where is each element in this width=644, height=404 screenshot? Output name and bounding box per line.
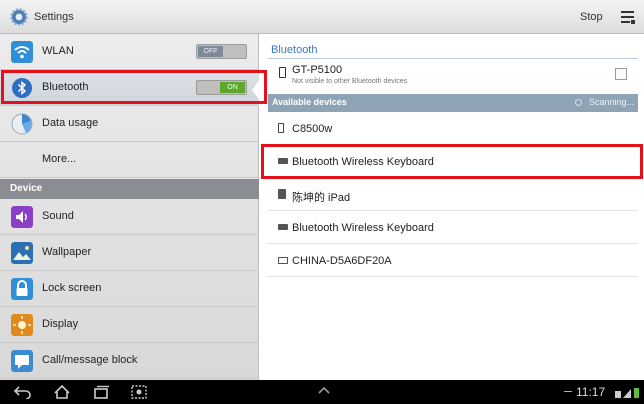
scanning-status: Scanning... [588, 97, 634, 107]
visibility-status: Not visible to other Bluetooth devices [292, 78, 408, 85]
app-title: Settings [34, 11, 74, 23]
device-row-keyboard-2[interactable]: Bluetooth Wireless Keyboard [268, 211, 638, 244]
sidebar-item-wallpaper[interactable]: Wallpaper [0, 235, 259, 271]
wifi-icon [11, 41, 33, 63]
lock-icon [11, 278, 33, 300]
display-icon [11, 314, 33, 336]
section-header-label: Device [10, 183, 43, 194]
scanning-spinner-icon [575, 99, 582, 106]
device-name: Bluetooth Wireless Keyboard [292, 222, 434, 234]
sidebar-item-wlan[interactable]: WLAN OFF [0, 34, 259, 70]
panel-title: Bluetooth [271, 44, 318, 56]
divider [268, 58, 638, 59]
device-row-china-pc[interactable]: CHINA-D5A6DF20A [268, 244, 638, 277]
home-icon[interactable] [53, 385, 71, 399]
highlight-box-keyboard [261, 144, 643, 179]
data-usage-icon [11, 113, 33, 135]
sidebar-item-display[interactable]: Display [0, 307, 259, 343]
sidebar-item-label: Sound [42, 210, 74, 222]
system-nav-bar: 11:17 [0, 380, 644, 404]
wlan-toggle[interactable]: OFF [196, 44, 247, 59]
phone-icon [279, 67, 286, 78]
device-name: 陈坤的 iPad [292, 192, 351, 204]
available-devices-label: Available devices [272, 97, 347, 107]
screenshot-icon[interactable] [130, 385, 148, 399]
sidebar-item-more[interactable]: More... [0, 142, 259, 178]
stop-button[interactable]: Stop [580, 11, 603, 23]
settings-gear-icon [10, 8, 28, 26]
computer-icon [278, 257, 288, 264]
back-icon[interactable] [14, 385, 32, 399]
action-bar: Settings Stop [0, 0, 644, 34]
sidebar-item-label: Display [42, 318, 79, 330]
phone-icon [278, 123, 284, 133]
sidebar-item-label: Data usage [42, 117, 99, 129]
chevron-up-icon[interactable] [316, 385, 332, 397]
recent-apps-icon[interactable] [92, 385, 110, 399]
device-row-ipad[interactable]: 陈坤的 iPad [268, 178, 638, 211]
device-name: C8500w [292, 123, 333, 135]
highlight-box-bluetooth [1, 70, 267, 104]
keyboard-icon [278, 224, 288, 230]
sound-icon [11, 206, 33, 228]
sidebar-item-label: More... [42, 153, 77, 165]
sidebar-item-label: Wallpaper [42, 246, 92, 258]
this-device-name: GT-P5100 [292, 64, 343, 76]
call-block-icon [11, 350, 33, 372]
device-row-c8500w[interactable]: C8500w [268, 112, 638, 145]
clock: 11:17 [576, 385, 606, 399]
sidebar-item-lock-screen[interactable]: Lock screen [0, 271, 259, 307]
toggle-off-label: OFF [198, 46, 223, 57]
sidebar-item-label: Lock screen [42, 282, 102, 294]
section-header-device: Device [0, 179, 259, 199]
sidebar-item-label: WLAN [42, 45, 74, 57]
wallpaper-icon [11, 242, 33, 264]
sidebar-item-label: Call/message block [42, 354, 138, 366]
sidebar-item-data-usage[interactable]: Data usage [0, 106, 259, 142]
visibility-checkbox[interactable] [615, 68, 627, 80]
sidebar-item-call-message-block[interactable]: Call/message block [0, 343, 259, 379]
sidebar-item-sound[interactable]: Sound [0, 199, 259, 235]
tablet-icon [278, 189, 286, 199]
signal-battery-icon [615, 388, 639, 398]
overflow-menu-icon[interactable] [620, 9, 636, 25]
device-name: CHINA-D5A6DF20A [292, 255, 392, 267]
available-devices-header: Available devices Scanning... [268, 94, 638, 112]
status-separator [564, 391, 572, 392]
bluetooth-panel: Bluetooth GT-P5100 Not visible to other … [260, 34, 644, 380]
